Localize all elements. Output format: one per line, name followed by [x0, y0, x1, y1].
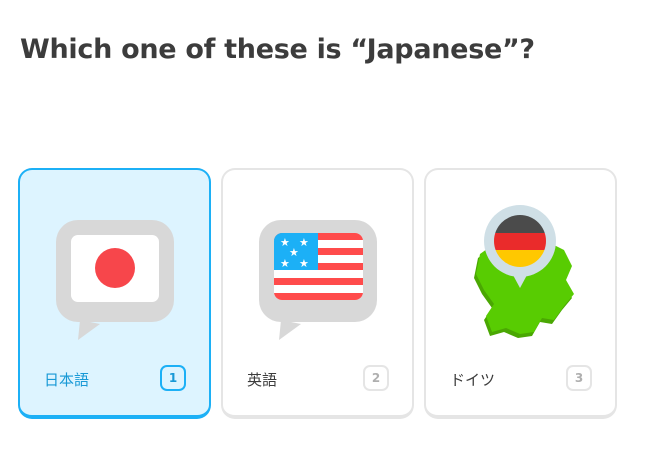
choice-card-germany[interactable]: ドイツ 3: [424, 168, 617, 419]
svg-text:★: ★: [289, 246, 299, 259]
keyboard-shortcut-badge: 2: [363, 365, 389, 391]
svg-text:★: ★: [299, 257, 309, 270]
choice-label: 日本語: [44, 371, 90, 389]
svg-text:★: ★: [280, 257, 290, 270]
challenge-screen: Which one of these is “Japanese”? 日本語 1: [0, 0, 650, 461]
germany-map-pin-icon: [474, 205, 574, 338]
keyboard-shortcut-badge: 1: [160, 365, 186, 391]
us-flag-speech-bubble-icon: ★ ★ ★ ★ ★: [259, 220, 377, 340]
choice-label: ドイツ: [450, 371, 496, 389]
choice-card-japanese[interactable]: 日本語 1: [18, 168, 211, 419]
keyboard-shortcut-badge: 3: [566, 365, 592, 391]
japan-flag-speech-bubble-icon: [56, 220, 174, 340]
question-prompt: Which one of these is “Japanese”?: [20, 34, 535, 65]
svg-text:★: ★: [299, 236, 309, 249]
choice-card-english[interactable]: ★ ★ ★ ★ ★ 英語 2: [221, 168, 414, 419]
choice-label: 英語: [247, 371, 278, 389]
